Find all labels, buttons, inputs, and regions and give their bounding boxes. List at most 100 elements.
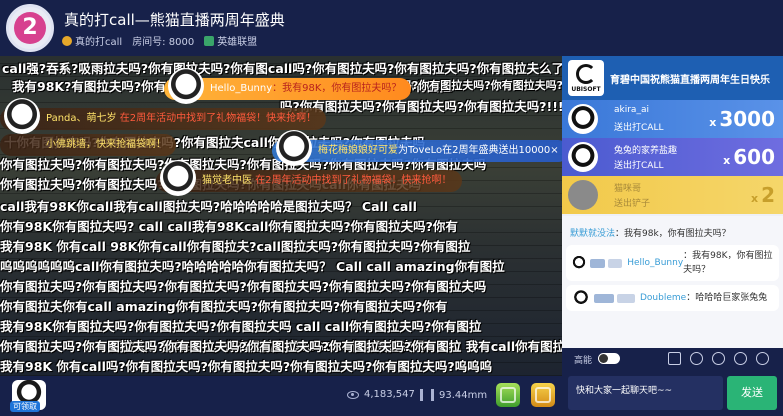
panda-avatar-icon — [4, 98, 40, 134]
chest-icon — [535, 387, 551, 403]
gift-count: x 3000 — [709, 107, 775, 131]
gift-user-name[interactable]: akira_ai — [614, 105, 649, 115]
bamboo-count-value: 93.44mm — [439, 389, 488, 401]
ubisoft-logo: UBISOFT — [568, 60, 604, 96]
room-meta: 真的打call 房间号: 8000 英雄联盟 — [62, 33, 257, 48]
panda-avatar-icon — [160, 160, 196, 196]
ubisoft-swirl-icon — [576, 64, 596, 84]
chat-list[interactable]: 默默就没法：我有98k，你有图拉夫吗？ Hello_Bunny ：我有98K，你有… — [562, 216, 783, 366]
gift-notice-text: 为ToveLo在2周年盛典送出10000× — [398, 145, 559, 156]
danmaku-item: 我有98K 你有call吗?你有图拉夫吗?你有图拉夫吗?你有图拉夫吗?你有图拉夫… — [0, 359, 493, 374]
room-title: 真的打call—熊猫直播两周年盛典 — [64, 11, 285, 29]
level-badge — [589, 258, 606, 268]
gift-notice-user: 梅花梅娘娘好可爱 — [318, 145, 398, 156]
gift-user-name[interactable]: 兔兔的家养盐趣 — [614, 143, 677, 156]
gift-box-icon — [500, 387, 516, 403]
settings-icon[interactable] — [734, 352, 747, 365]
side-panel: UBISOFT 育碧中国祝熊猫直播两周年生日快乐 akira_ai 送出打CAL… — [562, 56, 783, 416]
anchor-avatar[interactable]: 2 — [6, 4, 54, 52]
danmaku-item: call强?吞系?吸雨拉夫吗?你有图拉夫吗?你有图call吗?你有图拉夫吗?你有… — [2, 61, 562, 76]
avatar-number: 2 — [22, 15, 38, 40]
high-energy-toggle[interactable] — [598, 353, 620, 364]
gift-notice-user: Hello_Bunny — [210, 83, 273, 94]
gift-action: 送出铲子 — [614, 199, 651, 209]
user-avatar[interactable] — [572, 254, 586, 272]
banner-title: 育碧中国祝熊猫直播两周年生日快乐 — [610, 75, 770, 86]
gift-notice-user: 猫觉老中医 — [202, 175, 252, 186]
player-bottom-bar: 可领取 4,183,547 93.44mm — [0, 376, 562, 416]
game-category[interactable]: 英雄联盟 — [217, 33, 257, 48]
treasure-chest-button[interactable] — [531, 383, 555, 407]
danmaku-item: 呜呜呜呜呜呜call你有图拉夫吗?哈哈哈哈哈你有图拉夫吗？ Call call … — [0, 259, 505, 274]
bamboo-icon — [420, 389, 434, 401]
video-player[interactable]: call强?吞系?吸雨拉夫吗?你有图拉夫吗?你有图call吗?你有图拉夫吗?你有… — [0, 56, 562, 376]
gift-rank-row: 兔兔的家养盐趣 送出打CALL x 600 — [562, 138, 783, 176]
viewer-count: 4,183,547 — [347, 389, 415, 400]
gift-count: x2 — [750, 183, 775, 207]
fan-badge — [608, 258, 623, 268]
user-avatar[interactable] — [568, 142, 598, 172]
panda-avatar-icon — [276, 130, 312, 166]
ubisoft-wordmark: UBISOFT — [571, 86, 601, 93]
chat-text: ：哈哈哈巨家张兔兔 — [686, 293, 768, 303]
eye-icon — [347, 390, 359, 399]
anchor-name[interactable]: 真的打call — [75, 33, 122, 48]
chat-input[interactable]: 快和大家一起聊天吧~~ — [568, 376, 723, 410]
chat-message: Hello_Bunny ：我有98K，你有图拉夫吗？ — [566, 245, 779, 281]
history-icon[interactable] — [712, 352, 725, 365]
claim-label[interactable]: 可领取 — [10, 401, 40, 412]
level-badge — [594, 293, 614, 303]
gift-notice: 猫觉老中医 在2周年活动中找到了礼物福袋！快来抢啊！ — [156, 160, 462, 196]
sponsor-banner[interactable]: UBISOFT 育碧中国祝熊猫直播两周年生日快乐 — [562, 56, 783, 100]
danmaku-item: 你有图拉夫你有call amazing你有图拉夫吗?你有图拉夫吗?你有图拉夫吗?… — [0, 299, 448, 314]
gift-notice: 梅花梅娘娘好可爱为ToveLo在2周年盛典送出10000× — [272, 130, 562, 166]
gift-action: 送出打CALL — [614, 161, 664, 171]
user-avatar[interactable] — [572, 289, 590, 307]
anchor-level-icon — [62, 35, 72, 46]
chat-message: 默默就没法：我有98k，你有图拉夫吗？ — [570, 226, 777, 239]
chat-text: ：我有98k，你有图拉夫吗？ — [615, 229, 731, 239]
gift-notice: Panda、萌七岁 在2周年活动中找到了礼物福袋！快来抢啊！ — [0, 98, 327, 134]
gift-action: 送出打CALL — [614, 123, 664, 133]
chat-toolbar: 高能 — [562, 348, 783, 370]
gift-notice-user: 小佛跳墙，快来抢福袋啊！ — [46, 139, 166, 150]
user-avatar[interactable] — [568, 104, 598, 134]
chat-user-name[interactable]: Hello_Bunny — [627, 256, 683, 270]
live-room: 2 真的打call—熊猫直播两周年盛典 真的打call 房间号: 8000 英雄… — [0, 0, 783, 416]
danmaku-item: call我有98K你call我有call图拉夫吗?哈哈哈哈哈是图拉夫吗？ Cal… — [0, 199, 417, 214]
clear-icon[interactable] — [756, 352, 769, 365]
bamboo-count: 93.44mm — [420, 389, 487, 401]
panda-avatar-icon — [168, 68, 204, 104]
chat-message: Doubleme ：哈哈哈巨家张兔兔 — [566, 285, 779, 311]
font-style-icon[interactable] — [668, 352, 681, 365]
bamboo-gift-button[interactable] — [496, 383, 520, 407]
gift-rank-row: akira_ai 送出打CALL x 3000 — [562, 100, 783, 138]
chat-input-row: 快和大家一起聊天吧~~ 发送 — [562, 370, 783, 416]
room-header: 2 真的打call—熊猫直播两周年盛典 真的打call 房间号: 8000 英雄… — [0, 0, 783, 56]
emoji-icon[interactable] — [690, 352, 703, 365]
gift-notice-text: ：我有98K，你有图拉夫吗？ — [272, 83, 402, 94]
gift-notice: 小佛跳墙，快来抢福袋啊！ — [0, 134, 176, 156]
gift-rank-row: 猫咪哥 送出铲子 x2 — [562, 176, 783, 214]
viewer-count-value: 4,183,547 — [364, 389, 415, 400]
chat-text: ：我有98K，你有图拉夫吗？ — [683, 251, 773, 275]
danmaku-item: 你有图拉夫吗?你有图拉夫吗?你有图拉夫吗?你有图拉夫吗?你有图拉夫吗?你有图拉 — [0, 339, 462, 354]
room-id: 房间号: 8000 — [132, 37, 195, 48]
high-energy-label: 高能 — [574, 356, 593, 366]
danmaku-item: 你有图拉夫吗?你有图拉夫吗?你有图拉夫吗?你有图拉夫吗?你有图拉夫吗?你有图拉夫… — [0, 279, 487, 294]
chat-user-name[interactable]: 默默就没法 — [570, 229, 615, 239]
gift-notice-text: 在2周年活动中找到了礼物福袋！快来抢啊！ — [116, 113, 317, 124]
gift-user-name[interactable]: 猫咪哥 — [614, 181, 641, 194]
fan-badge — [617, 293, 635, 303]
danmaku-item: 你有98K你有图拉夫吗? call call我有98Kcall你有图拉夫吗?你有… — [0, 219, 458, 234]
gift-count: x 600 — [723, 145, 775, 169]
send-button[interactable]: 发送 — [727, 376, 777, 410]
danmaku-item: 我有98K你有图拉夫吗?你有图拉夫吗?你有图拉夫吗 call call你有图拉夫… — [0, 319, 482, 334]
gift-notice-user: Panda、萌七岁 — [46, 113, 117, 124]
danmaku-item: 我有98K 你有call 98K你有call你有图拉夫?call图拉夫吗?你有图… — [0, 239, 471, 254]
shovel-icon — [568, 180, 598, 210]
gift-notice-text: 在2周年活动中找到了礼物福袋！快来抢啊！ — [252, 175, 452, 186]
gift-notice: Hello_Bunny：我有98K，你有图拉夫吗？ — [164, 68, 412, 104]
game-category-icon — [204, 35, 215, 46]
chat-user-name[interactable]: Doubleme — [640, 291, 686, 305]
